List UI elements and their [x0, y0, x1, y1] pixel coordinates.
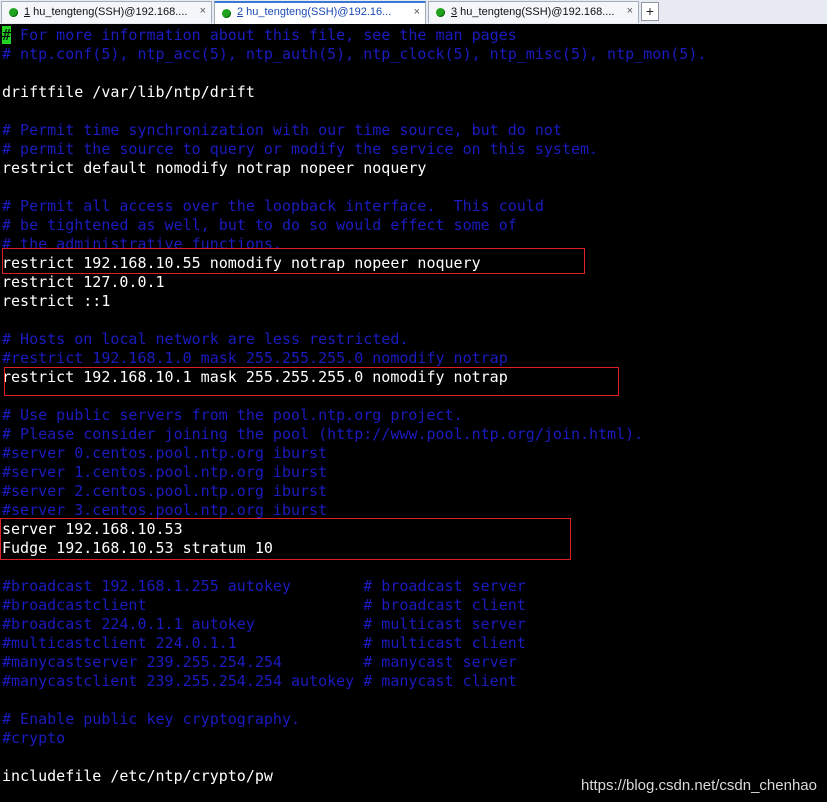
- terminal-line-text: #broadcast 192.168.1.255 autokey # broad…: [2, 577, 526, 595]
- terminal-line: # ntp.conf(5), ntp_acc(5), ntp_auth(5), …: [2, 45, 706, 64]
- terminal-line: #server 2.centos.pool.ntp.org iburst: [2, 482, 327, 501]
- terminal-line: driftfile /var/lib/ntp/drift: [2, 83, 255, 102]
- terminal-line-text: #server 2.centos.pool.ntp.org iburst: [2, 482, 328, 500]
- terminal-line-text: # ntp.conf(5), ntp_acc(5), ntp_auth(5), …: [2, 45, 707, 63]
- tab-session-1[interactable]: 1 hu_tengteng(SSH)@192.168.... ×: [1, 1, 212, 23]
- terminal-line-text: # Please consider joining the pool (http…: [2, 425, 644, 443]
- terminal-line-text: # Hosts on local network are less restri…: [2, 330, 409, 348]
- tab-session-3[interactable]: 3 hu_tengteng(SSH)@192.168.... ×: [428, 1, 639, 23]
- tab-label: 3 hu_tengteng(SSH)@192.168....: [451, 6, 615, 18]
- terminal-line-text: driftfile /var/lib/ntp/drift: [2, 83, 255, 101]
- terminal-line-text: #restrict 192.168.1.0 mask 255.255.255.0…: [2, 349, 508, 367]
- terminal-line-text: #broadcastclient # broadcast client: [2, 596, 526, 614]
- terminal-line: #crypto: [2, 729, 65, 748]
- terminal-line: #multicastclient 224.0.1.1 # multicast c…: [2, 634, 526, 653]
- terminal-line-text: #manycastserver 239.255.254.254 # manyca…: [2, 653, 517, 671]
- terminal-line: #manycastserver 239.255.254.254 # manyca…: [2, 653, 517, 672]
- highlight-box-server-config: [0, 518, 571, 560]
- terminal-line-text: #manycastclient 239.255.254.254 autokey …: [2, 672, 517, 690]
- terminal-line-text: #broadcast 224.0.1.1 autokey # multicast…: [2, 615, 526, 633]
- terminal-line-text: # Permit all access over the loopback in…: [2, 197, 544, 215]
- connected-status-icon: [9, 8, 18, 17]
- terminal-line: includefile /etc/ntp/crypto/pw: [2, 767, 273, 786]
- connected-status-icon: [222, 9, 231, 18]
- terminal-line: #server 1.centos.pool.ntp.org iburst: [2, 463, 327, 482]
- terminal-line: # Please consider joining the pool (http…: [2, 425, 643, 444]
- terminal-line: restrict 127.0.0.1: [2, 273, 165, 292]
- terminal-line: # be tightened as well, but to do so wou…: [2, 216, 517, 235]
- terminal-line: # Permit all access over the loopback in…: [2, 197, 544, 216]
- terminal-line-text: #multicastclient 224.0.1.1 # multicast c…: [2, 634, 526, 652]
- terminal-line: # For more information about this file, …: [2, 26, 517, 45]
- terminal-line: #server 0.centos.pool.ntp.org iburst: [2, 444, 327, 463]
- connected-status-icon: [436, 8, 445, 17]
- terminal-line-text: # permit the source to query or modify t…: [2, 140, 599, 158]
- terminal-line-text: restrict default nomodify notrap nopeer …: [2, 159, 427, 177]
- terminal-line: #broadcast 192.168.1.255 autokey # broad…: [2, 577, 526, 596]
- tab-session-2[interactable]: 2 hu_tengteng(SSH)@192.16... ×: [214, 1, 426, 24]
- terminal-line-text: For more information about this file, se…: [11, 26, 517, 44]
- terminal-line: # Hosts on local network are less restri…: [2, 330, 408, 349]
- terminal-line: # permit the source to query or modify t…: [2, 140, 598, 159]
- close-tab-icon[interactable]: ×: [627, 5, 633, 17]
- terminal-line: # Enable public key cryptography.: [2, 710, 300, 729]
- close-tab-icon[interactable]: ×: [414, 6, 420, 18]
- terminal-line-text: #server 0.centos.pool.ntp.org iburst: [2, 444, 328, 462]
- close-tab-icon[interactable]: ×: [200, 5, 206, 17]
- terminal-cursor: #: [2, 26, 12, 44]
- highlight-box-restrict-host: [2, 248, 585, 274]
- terminal-line-text: includefile /etc/ntp/crypto/pw: [2, 767, 273, 785]
- terminal-line: #manycastclient 239.255.254.254 autokey …: [2, 672, 517, 691]
- highlight-box-restrict-network: [4, 367, 619, 396]
- terminal-line: restrict ::1: [2, 292, 110, 311]
- terminal-line-text: #server 3.centos.pool.ntp.org iburst: [2, 501, 328, 519]
- terminal-line: # Use public servers from the pool.ntp.o…: [2, 406, 463, 425]
- terminal-line-text: # be tightened as well, but to do so wou…: [2, 216, 517, 234]
- terminal-line-text: # Enable public key cryptography.: [2, 710, 301, 728]
- terminal-line: # Permit time synchronization with our t…: [2, 121, 562, 140]
- terminal-line-text: #crypto: [2, 729, 66, 747]
- tab-label: 1 hu_tengteng(SSH)@192.168....: [24, 6, 188, 18]
- terminal-line: #restrict 192.168.1.0 mask 255.255.255.0…: [2, 349, 508, 368]
- tab-label: 2 hu_tengteng(SSH)@192.16...: [237, 6, 392, 18]
- terminal-line: restrict default nomodify notrap nopeer …: [2, 159, 426, 178]
- terminal-line: #broadcast 224.0.1.1 autokey # multicast…: [2, 615, 526, 634]
- terminal-line: #broadcastclient # broadcast client: [2, 596, 526, 615]
- terminal-line-text: # Permit time synchronization with our t…: [2, 121, 562, 139]
- terminal-line-text: restrict 127.0.0.1: [2, 273, 165, 291]
- new-tab-button[interactable]: +: [641, 2, 659, 21]
- tab-bar: 1 hu_tengteng(SSH)@192.168.... × 2 hu_te…: [0, 0, 827, 25]
- terminal-line-text: # Use public servers from the pool.ntp.o…: [2, 406, 463, 424]
- terminal-line-text: restrict ::1: [2, 292, 111, 310]
- terminal-output[interactable]: # For more information about this file, …: [0, 24, 827, 802]
- watermark-text: https://blog.csdn.net/csdn_chenhao: [580, 777, 817, 794]
- terminal-line-text: #server 1.centos.pool.ntp.org iburst: [2, 463, 328, 481]
